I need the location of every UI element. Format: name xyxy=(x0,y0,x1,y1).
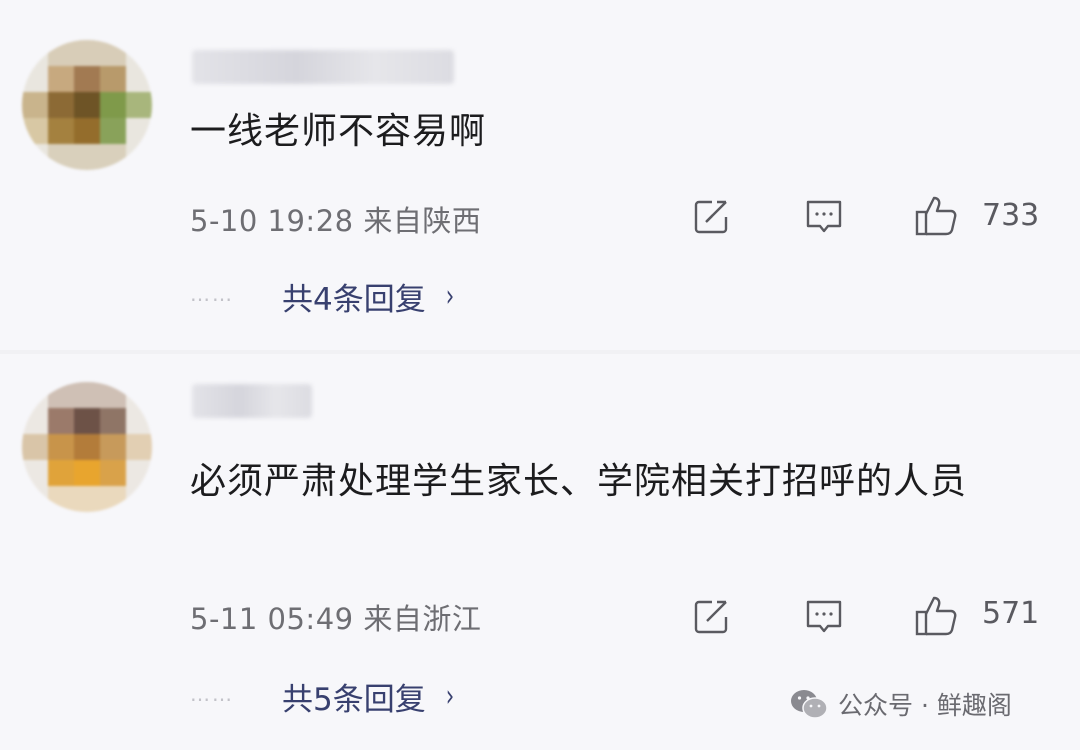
comment-button[interactable] xyxy=(802,594,846,638)
replies-indent-dots: …… xyxy=(190,282,234,306)
username-blurred[interactable] xyxy=(192,50,454,84)
chevron-right-icon: › xyxy=(445,279,454,314)
like-count: 733 xyxy=(982,198,1040,233)
comment-button[interactable] xyxy=(802,194,846,238)
comment-item: 一线老师不容易啊 5-10 19:28 来自陕西 733 …… 共4条回复 › xyxy=(0,0,1080,345)
wechat-icon xyxy=(791,690,828,719)
share-button[interactable] xyxy=(690,194,734,238)
like-button[interactable] xyxy=(914,194,958,238)
username-blurred[interactable] xyxy=(192,384,312,418)
comment-icon xyxy=(806,600,842,633)
avatar[interactable] xyxy=(22,40,152,170)
view-replies-link[interactable]: 共4条回复 › xyxy=(282,274,456,319)
comment-meta: 5-11 05:49 来自浙江 xyxy=(190,602,482,636)
comment-meta: 5-10 19:28 来自陕西 xyxy=(190,204,482,238)
view-replies-link[interactable]: 共5条回复 › xyxy=(282,674,456,719)
share-button[interactable] xyxy=(690,594,734,638)
divider xyxy=(0,350,1080,354)
watermark: 公众号 · 鲜趣阁 xyxy=(790,686,1012,722)
replies-label: 共5条回复 xyxy=(282,682,426,718)
share-icon xyxy=(694,197,732,234)
replies-indent-dots: …… xyxy=(190,682,234,706)
avatar[interactable] xyxy=(22,382,152,512)
comment-text: 一线老师不容易啊 xyxy=(190,111,487,152)
comment-text: 必须严肃处理学生家长、学院相关打招呼的人员 xyxy=(190,461,968,502)
chevron-right-icon: › xyxy=(445,679,454,714)
watermark-label: 公众号 · 鲜趣阁 xyxy=(838,691,1012,720)
thumbs-up-icon xyxy=(915,596,957,636)
like-button[interactable] xyxy=(914,594,958,638)
comment-icon xyxy=(806,200,842,233)
replies-label: 共4条回复 xyxy=(282,282,426,318)
share-icon xyxy=(694,597,732,634)
thumbs-up-icon xyxy=(915,196,957,236)
like-count: 571 xyxy=(982,596,1040,631)
